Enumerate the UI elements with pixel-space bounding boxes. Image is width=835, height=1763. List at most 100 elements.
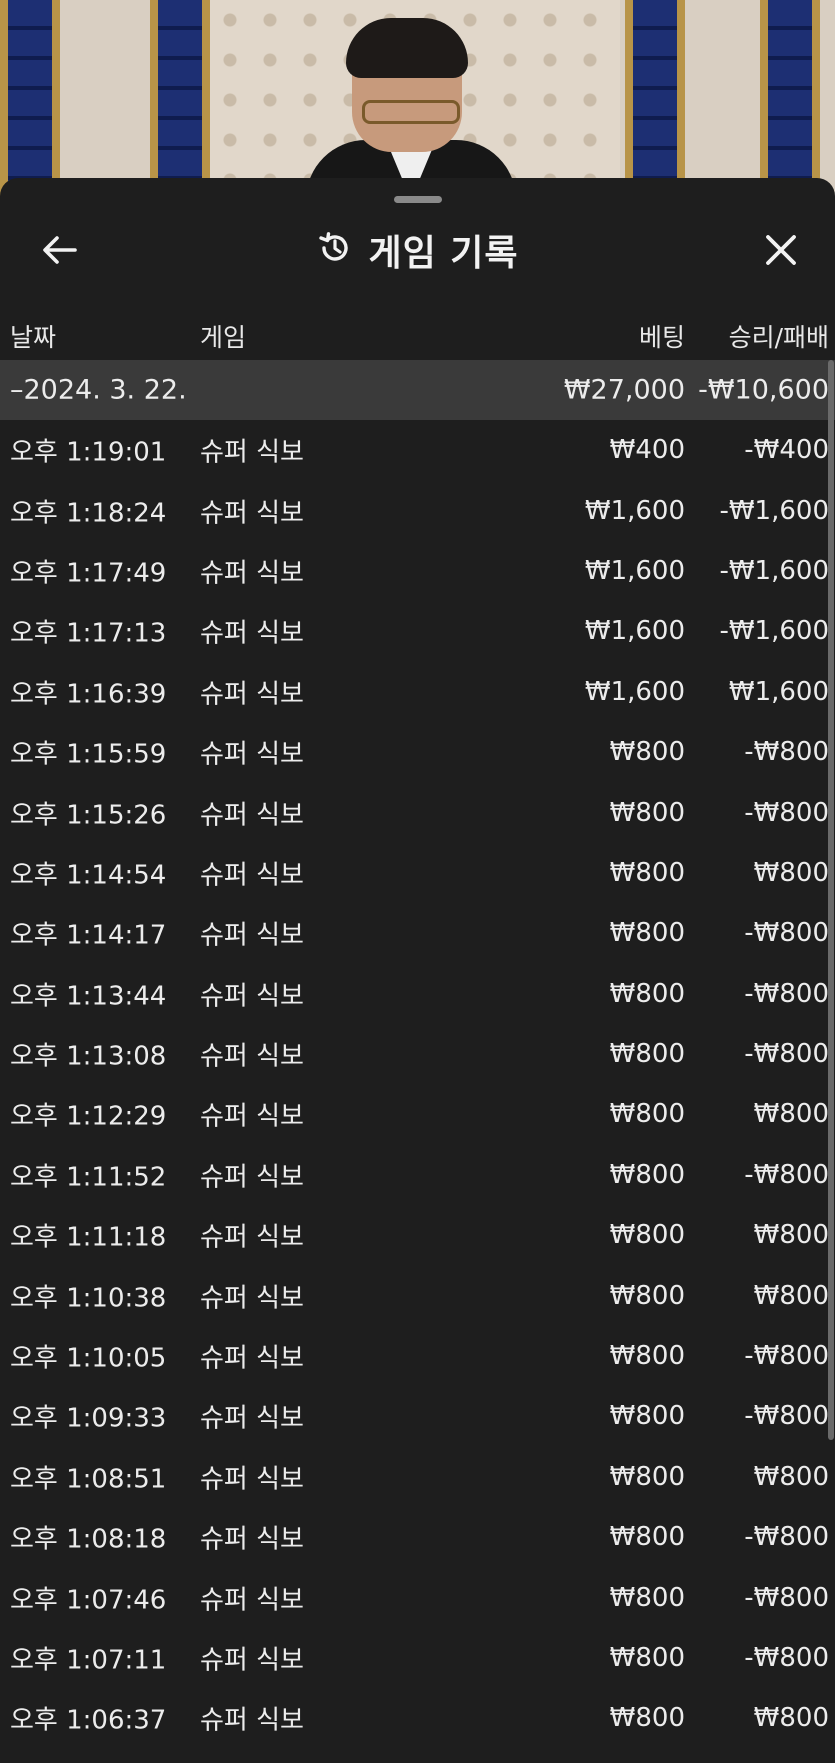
arrow-left-icon [43, 236, 77, 264]
title-group: 게임 기록 [0, 222, 835, 278]
row-result: -₩1,600 [719, 495, 829, 526]
row-bet: ₩800 [609, 1159, 685, 1190]
row-game: 슈퍼 식보 [200, 1524, 304, 1555]
sheet-header: 게임 기록 [0, 208, 835, 294]
history-row[interactable]: 오후 1:06:37 슈퍼 식보 ₩800 ₩800 [0, 1688, 835, 1748]
scrollbar[interactable] [828, 360, 834, 1440]
history-table: –2024. 3. 22. ₩27,000 -₩10,600 오후 1:19:0… [0, 360, 835, 1749]
summary-date: –2024. 3. 22. [10, 374, 187, 406]
row-result: ₩800 [753, 1703, 829, 1734]
history-row[interactable]: 오후 1:13:44 슈퍼 식보 ₩800 -₩800 [0, 964, 835, 1024]
dealer-hair [346, 18, 468, 78]
screen: 게임 기록 날짜 게임 베팅 승리/패배 –2024. 3. 22. ₩27,0… [0, 0, 835, 1763]
date-summary-row[interactable]: –2024. 3. 22. ₩27,000 -₩10,600 [0, 360, 835, 420]
column-header-date[interactable]: 날짜 [10, 318, 56, 354]
row-time: 오후 1:15:26 [10, 800, 167, 831]
row-game: 슈퍼 식보 [200, 981, 304, 1012]
column-header-win-loss[interactable]: 승리/패배 [729, 318, 829, 354]
history-row[interactable]: 오후 1:09:33 슈퍼 식보 ₩800 -₩800 [0, 1386, 835, 1446]
history-row[interactable]: 오후 1:11:52 슈퍼 식보 ₩800 -₩800 [0, 1145, 835, 1205]
row-bet: ₩400 [609, 435, 685, 466]
history-row[interactable]: 오후 1:14:17 슈퍼 식보 ₩800 -₩800 [0, 903, 835, 963]
row-time: 오후 1:08:51 [10, 1464, 167, 1495]
row-time: 오후 1:15:59 [10, 739, 167, 770]
column-header-bet[interactable]: 베팅 [639, 318, 685, 354]
row-game: 슈퍼 식보 [200, 1403, 304, 1434]
sheet-grab-handle[interactable] [394, 196, 442, 203]
row-game: 슈퍼 식보 [200, 1222, 304, 1253]
row-result: ₩800 [753, 1099, 829, 1130]
row-game: 슈퍼 식보 [200, 1041, 304, 1072]
history-row[interactable]: 오후 1:17:49 슈퍼 식보 ₩1,600 -₩1,600 [0, 541, 835, 601]
row-time: 오후 1:14:54 [10, 860, 167, 891]
row-bet: ₩800 [609, 918, 685, 949]
dealer-figure [306, 18, 516, 200]
row-game: 슈퍼 식보 [200, 920, 304, 951]
close-icon [766, 235, 796, 265]
row-time: 오후 1:11:18 [10, 1222, 167, 1253]
dealer-glasses [362, 100, 460, 124]
row-bet: ₩1,600 [584, 676, 685, 707]
row-bet: ₩800 [609, 1341, 685, 1372]
row-result: -₩800 [744, 1643, 829, 1673]
history-row[interactable]: 오후 1:19:01 슈퍼 식보 ₩400 -₩400 [0, 420, 835, 480]
row-game: 슈퍼 식보 [200, 1585, 304, 1616]
row-bet: ₩800 [609, 1522, 685, 1553]
row-time: 오후 1:18:24 [10, 498, 167, 529]
history-row[interactable]: 오후 1:14:54 슈퍼 식보 ₩800 ₩800 [0, 843, 835, 903]
row-game: 슈퍼 식보 [200, 618, 304, 649]
row-time: 오후 1:17:13 [10, 618, 167, 649]
history-rows: 오후 1:19:01 슈퍼 식보 ₩400 -₩400 오후 1:18:24 슈퍼 식보 ₩… [0, 420, 835, 1749]
row-bet: ₩800 [609, 737, 685, 768]
row-time: 오후 1:19:01 [10, 437, 167, 468]
row-game: 슈퍼 식보 [200, 558, 304, 589]
history-row[interactable]: 오후 1:13:08 슈퍼 식보 ₩800 -₩800 [0, 1024, 835, 1084]
row-time: 오후 1:12:29 [10, 1101, 167, 1132]
row-time: 오후 1:08:18 [10, 1524, 167, 1555]
row-result: -₩800 [744, 1582, 829, 1613]
row-bet: ₩800 [609, 1220, 685, 1251]
row-time: 오후 1:13:08 [10, 1041, 167, 1072]
row-game: 슈퍼 식보 [200, 1283, 304, 1314]
row-result: ₩800 [753, 1220, 829, 1251]
history-row[interactable]: 오후 1:15:26 슈퍼 식보 ₩800 -₩800 [0, 782, 835, 842]
history-row[interactable]: 오후 1:17:13 슈퍼 식보 ₩1,600 -₩1,600 [0, 601, 835, 661]
row-bet: ₩800 [609, 1703, 685, 1734]
history-row[interactable]: 오후 1:11:18 슈퍼 식보 ₩800 ₩800 [0, 1205, 835, 1265]
row-bet: ₩800 [609, 1280, 685, 1311]
history-row[interactable]: 오후 1:18:24 슈퍼 식보 ₩1,600 -₩1,600 [0, 480, 835, 540]
history-row[interactable]: 오후 1:08:18 슈퍼 식보 ₩800 -₩800 [0, 1507, 835, 1567]
close-button[interactable] [757, 226, 805, 274]
row-game: 슈퍼 식보 [200, 1464, 304, 1495]
row-game: 슈퍼 식보 [200, 1343, 304, 1374]
decor-pillar [760, 0, 820, 200]
history-row[interactable]: 오후 1:10:05 슈퍼 식보 ₩800 -₩800 [0, 1326, 835, 1386]
row-time: 오후 1:07:46 [10, 1585, 167, 1616]
history-row[interactable]: 오후 1:16:39 슈퍼 식보 ₩1,600 ₩1,600 [0, 662, 835, 722]
history-row[interactable]: 오후 1:15:59 슈퍼 식보 ₩800 -₩800 [0, 722, 835, 782]
row-time: 오후 1:09:33 [10, 1403, 167, 1434]
history-clock-icon [316, 229, 354, 271]
row-bet: ₩1,600 [584, 555, 685, 586]
row-result: ₩800 [753, 857, 829, 888]
history-row[interactable]: 오후 1:07:11 슈퍼 식보 ₩800 -₩800 [0, 1628, 835, 1688]
summary-bet-total: ₩27,000 [563, 374, 685, 406]
row-game: 슈퍼 식보 [200, 800, 304, 831]
row-time: 오후 1:07:11 [10, 1645, 167, 1676]
row-result: -₩800 [744, 1522, 829, 1553]
row-game: 슈퍼 식보 [200, 679, 304, 710]
back-button[interactable] [36, 226, 84, 274]
row-time: 오후 1:10:05 [10, 1343, 167, 1374]
row-bet: ₩800 [609, 1643, 685, 1673]
row-time: 오후 1:17:49 [10, 558, 167, 589]
history-row[interactable]: 오후 1:07:46 슈퍼 식보 ₩800 -₩800 [0, 1567, 835, 1627]
row-result: -₩800 [744, 1159, 829, 1190]
history-row[interactable]: 오후 1:12:29 슈퍼 식보 ₩800 ₩800 [0, 1084, 835, 1144]
decor-pillar [0, 0, 60, 200]
history-row[interactable]: 오후 1:08:51 슈퍼 식보 ₩800 ₩800 [0, 1447, 835, 1507]
history-row[interactable]: 오후 1:10:38 슈퍼 식보 ₩800 ₩800 [0, 1265, 835, 1325]
row-result: -₩800 [744, 918, 829, 949]
row-bet: ₩800 [609, 857, 685, 888]
column-header-game[interactable]: 게임 [200, 318, 246, 354]
decor-pillar [625, 0, 685, 200]
